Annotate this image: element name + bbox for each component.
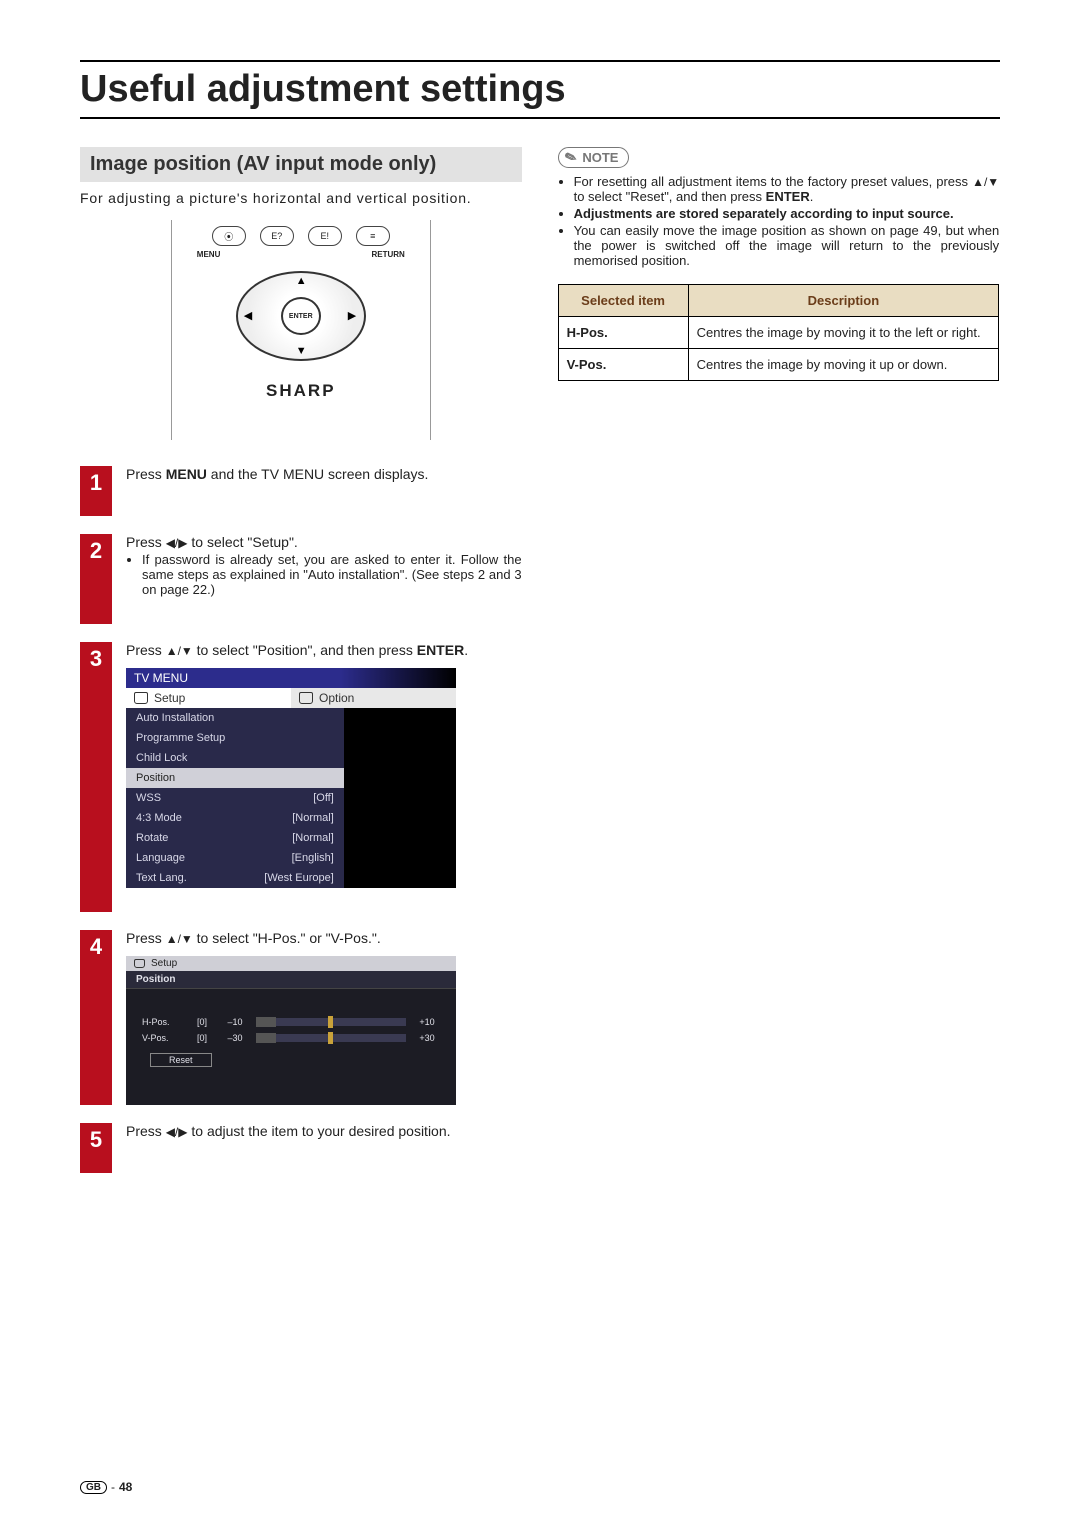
tvmenu-row: Rotate[Normal] [126, 828, 344, 848]
tv-icon [299, 692, 313, 704]
arrow-down-icon: ▼ [296, 345, 307, 357]
remote-enter-button: ENTER [281, 297, 321, 335]
note-icon: ✎ [562, 148, 579, 168]
hpos-slider [256, 1018, 406, 1026]
tvmenu-tab-setup: Setup [126, 688, 291, 708]
section-heading-wrap: Image position (AV input mode only) [80, 147, 522, 182]
step-1-text: Press MENU and the TV MENU screen displa… [126, 466, 522, 516]
section-heading: Image position (AV input mode only) [90, 153, 512, 176]
step-number-5: 5 [80, 1123, 112, 1173]
tvmenu-row: Programme Setup [126, 728, 344, 748]
table-header-desc: Description [688, 285, 999, 317]
note-badge: ✎ NOTE [558, 147, 630, 168]
remote-dpad: ▲ ▼ ◀ ▶ ENTER [226, 261, 376, 371]
table-row: V-Pos. Centres the image by moving it up… [558, 349, 999, 381]
tvmenu-title: TV MENU [126, 668, 456, 688]
table-row: H-Pos. Centres the image by moving it to… [558, 317, 999, 349]
left-right-arrows-icon: ◀/▶ [166, 536, 188, 550]
step-4-text: Press ▲/▼ to select "H-Pos." or "V-Pos."… [126, 930, 522, 1105]
position-row: H-Pos. [0] –10 +10 [142, 1017, 440, 1027]
position-graphic-header: Setup [126, 956, 456, 971]
table-header-item: Selected item [558, 285, 688, 317]
step-number-4: 4 [80, 930, 112, 1105]
step-3-text: Press ▲/▼ to select "Position", and then… [126, 642, 522, 912]
tvmenu-row: 4:3 Mode[Normal] [126, 808, 344, 828]
tvmenu-graphic: TV MENU Setup Option [126, 668, 456, 888]
step-number-3: 3 [80, 642, 112, 912]
reset-button: Reset [150, 1053, 212, 1067]
page-title: Useful adjustment settings [80, 68, 1000, 111]
tvmenu-row: Language[English] [126, 848, 344, 868]
arrow-right-icon: ▶ [348, 309, 356, 322]
vpos-slider [256, 1034, 406, 1042]
tvmenu-tab-option: Option [291, 688, 456, 708]
arrow-up-icon: ▲ [296, 275, 307, 287]
tvmenu-row: Child Lock [126, 748, 344, 768]
remote-illustration: ⦿ E? E! ≡ MENU RETURN ▲ ▼ ◀ ▶ ENTER [171, 220, 431, 440]
remote-small-button: E? [260, 226, 294, 246]
page-number: 48 [119, 1480, 132, 1494]
remote-small-button: E! [308, 226, 342, 246]
position-graphic-sub: Position [126, 971, 456, 989]
left-right-arrows-icon: ◀/▶ [166, 1125, 188, 1139]
remote-small-button: ≡ [356, 226, 390, 246]
remote-small-button: ⦿ [212, 226, 246, 246]
description-table: Selected item Description H-Pos. Centres… [558, 284, 1000, 381]
step-2-text: Press ◀/▶ to select "Setup". If password… [126, 534, 522, 624]
step-number-1: 1 [80, 466, 112, 516]
step-number-2: 2 [80, 534, 112, 624]
remote-return-label: RETURN [371, 250, 404, 259]
up-down-arrows-icon: ▲/▼ [166, 644, 193, 658]
tvmenu-row-selected: Position [126, 768, 344, 788]
up-down-arrows-icon: ▲/▼ [972, 175, 999, 189]
intro-text: For adjusting a picture's horizontal and… [80, 190, 522, 206]
page-footer: GB - 48 [80, 1480, 132, 1494]
position-graphic: Setup Position H-Pos. [0] –10 +10 [126, 956, 456, 1105]
note-label: NOTE [582, 150, 618, 165]
tvmenu-row: Text Lang.[West Europe] [126, 868, 344, 888]
up-down-arrows-icon: ▲/▼ [166, 932, 193, 946]
tv-icon [134, 692, 148, 704]
tvmenu-row: WSS[Off] [126, 788, 344, 808]
region-badge: GB [80, 1481, 107, 1494]
notes-list: For resetting all adjustment items to th… [558, 174, 1000, 268]
tv-icon [134, 959, 145, 968]
step-5-text: Press ◀/▶ to adjust the item to your des… [126, 1123, 522, 1173]
remote-menu-label: MENU [197, 250, 221, 259]
arrow-left-icon: ◀ [244, 309, 252, 322]
position-row: V-Pos. [0] –30 +30 [142, 1033, 440, 1043]
brand-logo: SHARP [266, 381, 336, 401]
tvmenu-row: Auto Installation [126, 708, 344, 728]
